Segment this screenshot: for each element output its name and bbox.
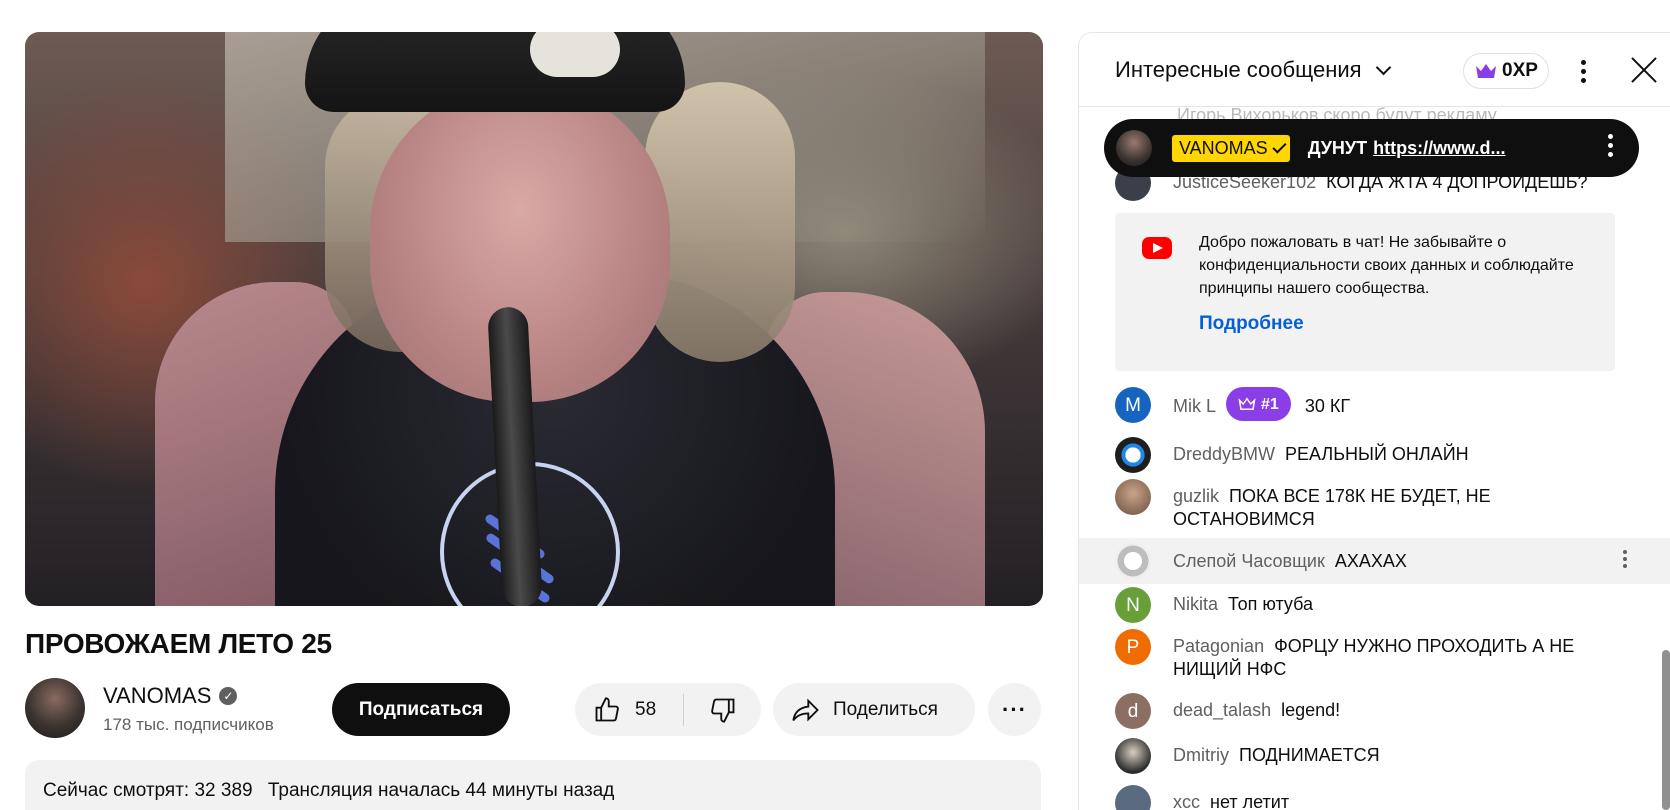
avatar[interactable]: N (1115, 587, 1151, 623)
share-button[interactable]: Поделиться (773, 683, 975, 736)
channel-name[interactable]: VANOMAS (103, 683, 211, 709)
message-body: DreddyBMW РЕАЛЬНЫЙ ОНЛАЙН (1173, 437, 1469, 466)
message-text: 30 КГ (1304, 395, 1351, 416)
welcome-text: Добро пожаловать в чат! Не забывайте о к… (1199, 234, 1574, 297)
pinned-author-avatar (1116, 130, 1152, 166)
chat-message: P Patagonian ФОРЦУ НУЖНО ПРОХОДИТЬ А НЕ Н… (1115, 629, 1635, 681)
avatar[interactable] (1115, 437, 1151, 473)
pinned-text-row: ДУНУТ https://www.d... (1308, 138, 1506, 159)
message-text: ПОДНИМАЕТСЯ (1239, 745, 1380, 765)
subscribe-button[interactable]: Подписаться (332, 683, 510, 736)
youtube-logo-icon (1142, 237, 1172, 259)
subscriber-count: 178 тыс. подписчиков (103, 715, 274, 734)
share-label: Поделиться (833, 698, 938, 720)
message-author[interactable]: xcc (1173, 792, 1200, 810)
message-body: Dmitriy ПОДНИМАЕТСЯ (1173, 738, 1380, 767)
avatar[interactable] (1115, 785, 1151, 810)
like-count: 58 (635, 698, 657, 720)
avatar[interactable] (1115, 479, 1151, 515)
message-author[interactable]: Patagonian (1173, 636, 1264, 656)
chat-message: M Mik L #1 30 КГ (1115, 387, 1635, 423)
channel-name-row[interactable]: VANOMAS ✓ (103, 683, 238, 709)
avatar[interactable]: P (1115, 629, 1151, 665)
avatar[interactable] (1115, 738, 1151, 774)
pinned-menu-button[interactable] (1608, 134, 1613, 157)
chat-message: Dmitriy ПОДНИМАЕТСЯ (1115, 738, 1635, 774)
learn-more-link[interactable]: Подробнее (1199, 313, 1304, 335)
chat-message: N Nikita Топ ютуба (1115, 587, 1635, 623)
crown-outline-icon (1238, 397, 1256, 410)
dislike-button[interactable] (684, 683, 761, 736)
description-box[interactable]: Сейчас смотрят: 32 389 Трансляция начала… (25, 760, 1041, 810)
close-chat-icon[interactable] (1627, 53, 1661, 87)
check-icon (1272, 138, 1287, 154)
pinned-link[interactable]: https://www.d... (1373, 138, 1505, 158)
chat-message: DreddyBMW РЕАЛЬНЫЙ ОНЛАЙН (1115, 437, 1635, 473)
video-frame-cap-badge (530, 32, 620, 77)
message-text: нет летит (1210, 792, 1290, 810)
watching-now: Сейчас смотрят: 32 389 (43, 780, 253, 801)
like-dislike-group: 58 (575, 683, 761, 736)
avatar[interactable]: M (1115, 387, 1151, 423)
stream-started: Трансляция началась 44 минуты назад (267, 780, 615, 801)
message-menu-button[interactable] (1623, 550, 1627, 568)
more-actions-button[interactable]: ··· (988, 683, 1041, 736)
message-text: ПОКА ВСЕ 178К НЕ БУДЕТ, НЕ ОСТАНОВИМСЯ (1173, 486, 1491, 529)
avatar[interactable]: d (1115, 693, 1151, 729)
verified-check-icon: ✓ (219, 687, 238, 705)
live-chat-panel: Интересные сообщения 0XP Игорь Вихорьков… (1078, 32, 1670, 810)
owner-badge: VANOMAS (1172, 134, 1290, 162)
pinned-message[interactable]: VANOMAS ДУНУТ https://www.d... (1104, 119, 1639, 177)
message-text: АХАХАХ (1334, 550, 1407, 571)
chat-mode-label: Интересные сообщения (1115, 57, 1362, 82)
message-author[interactable]: guzlik (1173, 486, 1219, 506)
like-button[interactable]: 58 (575, 683, 683, 736)
message-author[interactable]: Nikita (1173, 594, 1218, 614)
avatar[interactable] (1115, 543, 1151, 579)
message-text: РЕАЛЬНЫЙ ОНЛАЙН (1285, 444, 1469, 464)
xp-value: 0XP (1502, 60, 1538, 81)
message-author[interactable]: DreddyBMW (1173, 444, 1275, 464)
message-author[interactable]: Dmitriy (1173, 745, 1229, 765)
chevron-down-icon (1375, 59, 1391, 75)
chat-message: guzlik ПОКА ВСЕ 178К НЕ БУДЕТ, НЕ ОСТАНОВ… (1115, 479, 1635, 531)
chat-message: Слепой Часовщик АХАХАХ (1079, 538, 1670, 584)
message-body: Mik L #1 30 КГ (1173, 387, 1350, 421)
rank-badge: #1 (1226, 387, 1291, 421)
rank-value: #1 (1261, 395, 1279, 413)
pinned-text: ДУНУТ (1307, 137, 1368, 158)
chat-scrollbar[interactable] (1662, 650, 1670, 810)
chat-mode-dropdown[interactable]: Интересные сообщения (1115, 57, 1391, 83)
chat-message: xcc нет летит (1115, 785, 1635, 810)
welcome-notice: Добро пожаловать в чат! Не забывайте о к… (1115, 213, 1615, 371)
share-arrow-icon (792, 698, 819, 721)
chat-menu-button[interactable] (1571, 55, 1595, 87)
chat-message: d dead_talash legend! (1115, 693, 1635, 729)
video-frame-cap (305, 32, 685, 112)
pinned-author: VANOMAS (1179, 137, 1268, 158)
video-player[interactable] (25, 32, 1043, 606)
message-author[interactable]: Mik L (1173, 396, 1216, 416)
chat-header: Интересные сообщения 0XP (1079, 33, 1670, 107)
message-text: Топ ютуба (1228, 594, 1314, 614)
video-title: ПРОВОЖАЕМ ЛЕТО 25 (25, 628, 332, 659)
message-text: legend! (1281, 700, 1341, 720)
thumbs-up-icon (595, 696, 619, 721)
message-author[interactable]: Слепой Часовщик (1173, 551, 1325, 571)
message-body: Nikita Топ ютуба (1173, 587, 1313, 616)
message-body: xcc нет летит (1173, 785, 1289, 810)
thumbs-down-icon (710, 698, 734, 723)
message-body: Patagonian ФОРЦУ НУЖНО ПРОХОДИТЬ А НЕ НИЩ… (1173, 629, 1613, 681)
channel-avatar[interactable] (25, 678, 85, 738)
message-body: guzlik ПОКА ВСЕ 178К НЕ БУДЕТ, НЕ ОСТАНОВ… (1173, 479, 1613, 531)
message-author[interactable]: dead_talash (1173, 700, 1271, 720)
crown-icon (1476, 64, 1497, 78)
message-body: Слепой Часовщик АХАХАХ (1173, 550, 1407, 573)
message-body: dead_talash legend! (1173, 693, 1340, 722)
xp-badge-button[interactable]: 0XP (1463, 53, 1549, 89)
